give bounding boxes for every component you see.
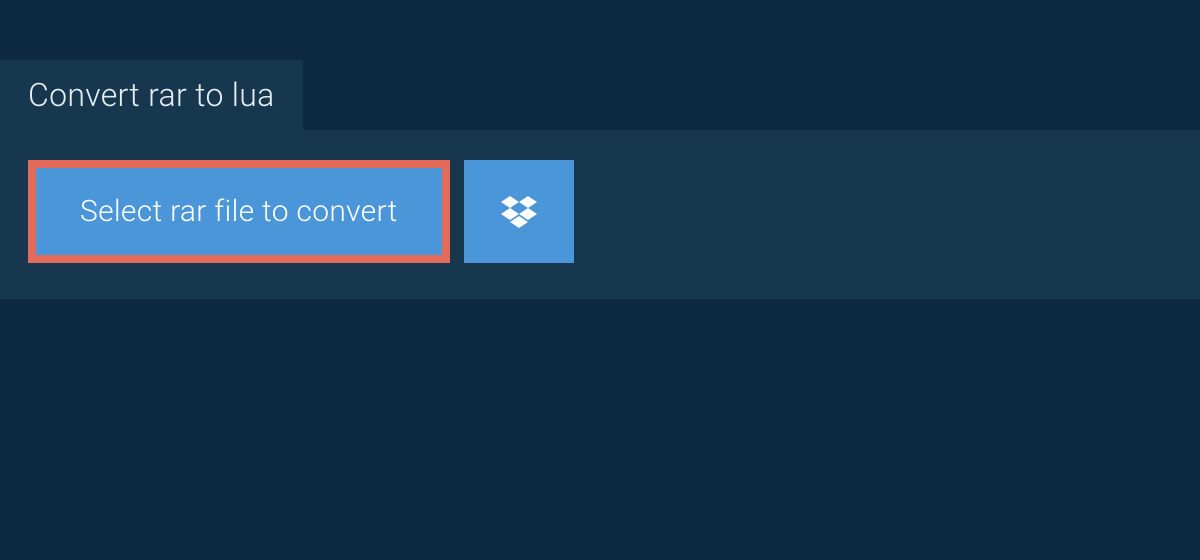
dropbox-button[interactable] bbox=[464, 160, 574, 263]
file-select-row: Select rar file to convert bbox=[28, 160, 1172, 263]
select-file-label: Select rar file to convert bbox=[80, 194, 398, 229]
select-file-button[interactable]: Select rar file to convert bbox=[28, 160, 450, 263]
tab-convert-rar-to-lua[interactable]: Convert rar to lua bbox=[0, 60, 303, 130]
conversion-panel: Select rar file to convert bbox=[0, 130, 1200, 299]
dropbox-icon bbox=[501, 196, 537, 228]
tab-title: Convert rar to lua bbox=[28, 76, 275, 114]
tab-bar: Convert rar to lua bbox=[0, 60, 1200, 130]
